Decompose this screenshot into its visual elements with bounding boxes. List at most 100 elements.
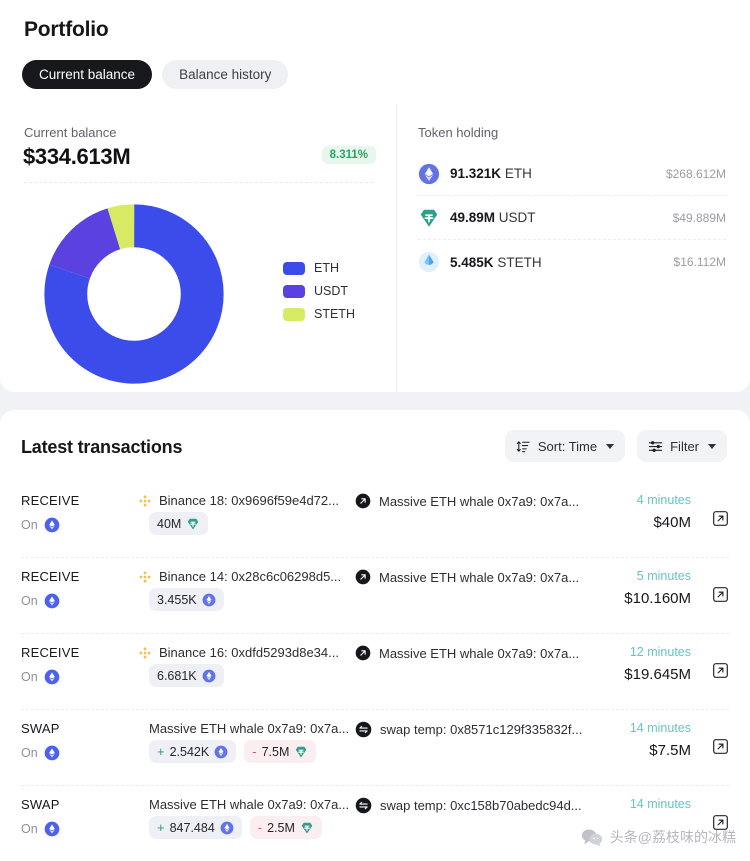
portfolio-body: Current balance $334.613M 8.311% ETH USD… xyxy=(0,104,750,392)
usdt-icon xyxy=(188,518,199,530)
token-amount-value-steth: 5.485K xyxy=(450,254,494,270)
binance-icon xyxy=(139,494,151,507)
tx-chain: On xyxy=(21,745,60,761)
current-balance-panel: Current balance $334.613M 8.311% ETH USD… xyxy=(0,104,397,392)
tx-on-label: On xyxy=(21,518,38,532)
external-link-icon[interactable] xyxy=(712,586,729,603)
token-symbol-usdt: USDT xyxy=(498,210,536,225)
tx-from-label: Massive ETH whale 0x7a9: 0x7a... xyxy=(149,721,350,736)
current-balance-label: Current balance xyxy=(24,125,117,140)
tx-usd-value: $40M xyxy=(653,514,691,531)
table-row[interactable]: RECEIVE On Binance 18: 0x9696f59e4d72... xyxy=(21,482,729,558)
tx-from[interactable]: Binance 14: 0x28c6c06298d5... xyxy=(138,569,341,584)
eth-icon xyxy=(202,593,216,606)
eth-chain-icon xyxy=(44,517,60,533)
tx-to[interactable]: Massive ETH whale 0x7a9: 0x7a... xyxy=(355,493,579,509)
token-row-usdt[interactable]: 49.89M USDT $49.889M xyxy=(418,196,726,240)
tx-chain: On xyxy=(21,517,60,533)
tx-badge: - 2.5M xyxy=(249,816,322,839)
tx-usd-value: $7.5M xyxy=(649,742,691,759)
external-link-icon[interactable] xyxy=(712,510,729,527)
token-usd-usdt: $49.889M xyxy=(672,210,726,225)
transactions-list: RECEIVE On Binance 18: 0x9696f59e4d72... xyxy=(0,482,750,861)
tx-badge-sign: - xyxy=(252,744,257,759)
tx-from[interactable]: Massive ETH whale 0x7a9: 0x7a... xyxy=(149,797,349,812)
portfolio-tabs: Current balance Balance history xyxy=(22,60,289,89)
swap-icon xyxy=(355,721,372,738)
tx-badge-amount: 2.542K xyxy=(169,744,210,759)
tx-badge: - 7.5M xyxy=(244,740,317,763)
tx-on-label: On xyxy=(21,670,38,684)
allocation-donut-chart xyxy=(44,204,224,389)
tx-kind: SWAP xyxy=(21,721,60,736)
tx-from-label: Massive ETH whale 0x7a9: 0x7a... xyxy=(149,797,350,812)
eth-chain-icon xyxy=(44,745,60,761)
legend-swatch-usdt xyxy=(283,284,305,298)
token-row-steth[interactable]: 5.485K STETH $16.112M xyxy=(418,240,726,284)
divider xyxy=(24,182,373,183)
token-symbol-eth: ETH xyxy=(504,166,532,181)
tx-amount-badges: 6.681K xyxy=(149,664,224,687)
donut-slice-steth xyxy=(44,204,224,384)
transactions-title: Latest transactions xyxy=(21,437,183,457)
tx-to[interactable]: swap temp: 0x8571c129f335832f... xyxy=(355,721,582,738)
tx-badge-amount: 40M xyxy=(157,516,182,531)
tx-from-label: Binance 18: 0x9696f59e4d72... xyxy=(159,493,339,508)
tx-usd-value: $10.160M xyxy=(624,590,691,607)
filter-button[interactable]: Filter xyxy=(637,430,727,462)
donut-svg xyxy=(44,204,224,384)
table-row[interactable]: RECEIVE On Binance 16: 0xdfd5293d8e34... xyxy=(21,634,729,710)
tx-from-label: Binance 16: 0xdfd5293d8e34... xyxy=(159,645,339,660)
tx-time: 14 minutes xyxy=(629,797,691,811)
tx-chain: On xyxy=(21,593,60,609)
tx-badge: 40M xyxy=(149,512,209,535)
legend-label-steth: STETH xyxy=(314,307,355,321)
legend-swatch-eth xyxy=(283,261,305,275)
tx-badge-sign: + xyxy=(157,820,165,835)
tab-current-balance[interactable]: Current balance xyxy=(22,60,153,89)
tx-from[interactable]: Binance 16: 0xdfd5293d8e34... xyxy=(138,645,339,660)
tx-to[interactable]: Massive ETH whale 0x7a9: 0x7a... xyxy=(355,569,579,585)
tx-badge-sign: + xyxy=(157,744,165,759)
tx-badge-amount: 3.455K xyxy=(157,592,197,607)
token-row-eth[interactable]: 91.321K ETH $268.612M xyxy=(418,152,726,196)
tx-badge-amount: 6.681K xyxy=(157,668,197,683)
tx-to[interactable]: Massive ETH whale 0x7a9: 0x7a... xyxy=(355,645,579,661)
token-amount-eth: 91.321K ETH xyxy=(450,166,532,181)
tx-amount-badges: + 847.484 - 2.5M xyxy=(149,816,322,839)
portfolio-page: Portfolio Current balance Balance histor… xyxy=(0,0,750,861)
token-usd-steth: $16.112M xyxy=(673,255,726,269)
table-row[interactable]: SWAP On Massive ETH whale 0x7a9: 0x7a... xyxy=(21,786,729,861)
tx-time: 14 minutes xyxy=(629,721,691,735)
sort-label: Sort: Time xyxy=(537,438,598,454)
filter-icon xyxy=(648,440,663,452)
tx-chain: On xyxy=(21,821,60,837)
tx-to[interactable]: swap temp: 0xc158b70abedc94d... xyxy=(355,797,582,814)
tx-to-label: Massive ETH whale 0x7a9: 0x7a... xyxy=(379,645,580,661)
tab-balance-history[interactable]: Balance history xyxy=(162,60,289,89)
usdt-icon xyxy=(420,209,438,227)
external-link-icon[interactable] xyxy=(712,738,729,755)
eth-icon xyxy=(418,163,440,184)
tx-from[interactable]: Binance 18: 0x9696f59e4d72... xyxy=(138,493,339,508)
tx-kind: RECEIVE xyxy=(21,569,80,584)
tx-time: 4 minutes xyxy=(636,493,691,507)
eth-chain-icon xyxy=(44,593,60,609)
sort-button[interactable]: Sort: Time xyxy=(504,430,626,462)
whale-arrow-icon xyxy=(355,645,371,661)
wechat-icon xyxy=(581,828,602,846)
chevron-down-icon xyxy=(606,443,615,449)
sort-icon xyxy=(516,440,530,452)
tx-from[interactable]: Massive ETH whale 0x7a9: 0x7a... xyxy=(149,721,349,736)
eth-icon xyxy=(202,669,216,682)
tx-to-label: swap temp: 0x8571c129f335832f... xyxy=(380,722,583,737)
tx-badge: 6.681K xyxy=(149,664,224,687)
legend-item-usdt: USDT xyxy=(283,284,355,298)
table-row[interactable]: RECEIVE On Binance 14: 0x28c6c06298d5... xyxy=(21,558,729,634)
page-title: Portfolio xyxy=(24,18,109,41)
token-amount-value-usdt: 49.89M xyxy=(450,210,496,225)
watermark: 头条@荔枝味的冰糕 xyxy=(581,827,736,847)
tx-on-label: On xyxy=(21,746,38,760)
external-link-icon[interactable] xyxy=(712,662,729,679)
table-row[interactable]: SWAP On Massive ETH whale 0x7a9: 0x7a... xyxy=(21,710,729,786)
